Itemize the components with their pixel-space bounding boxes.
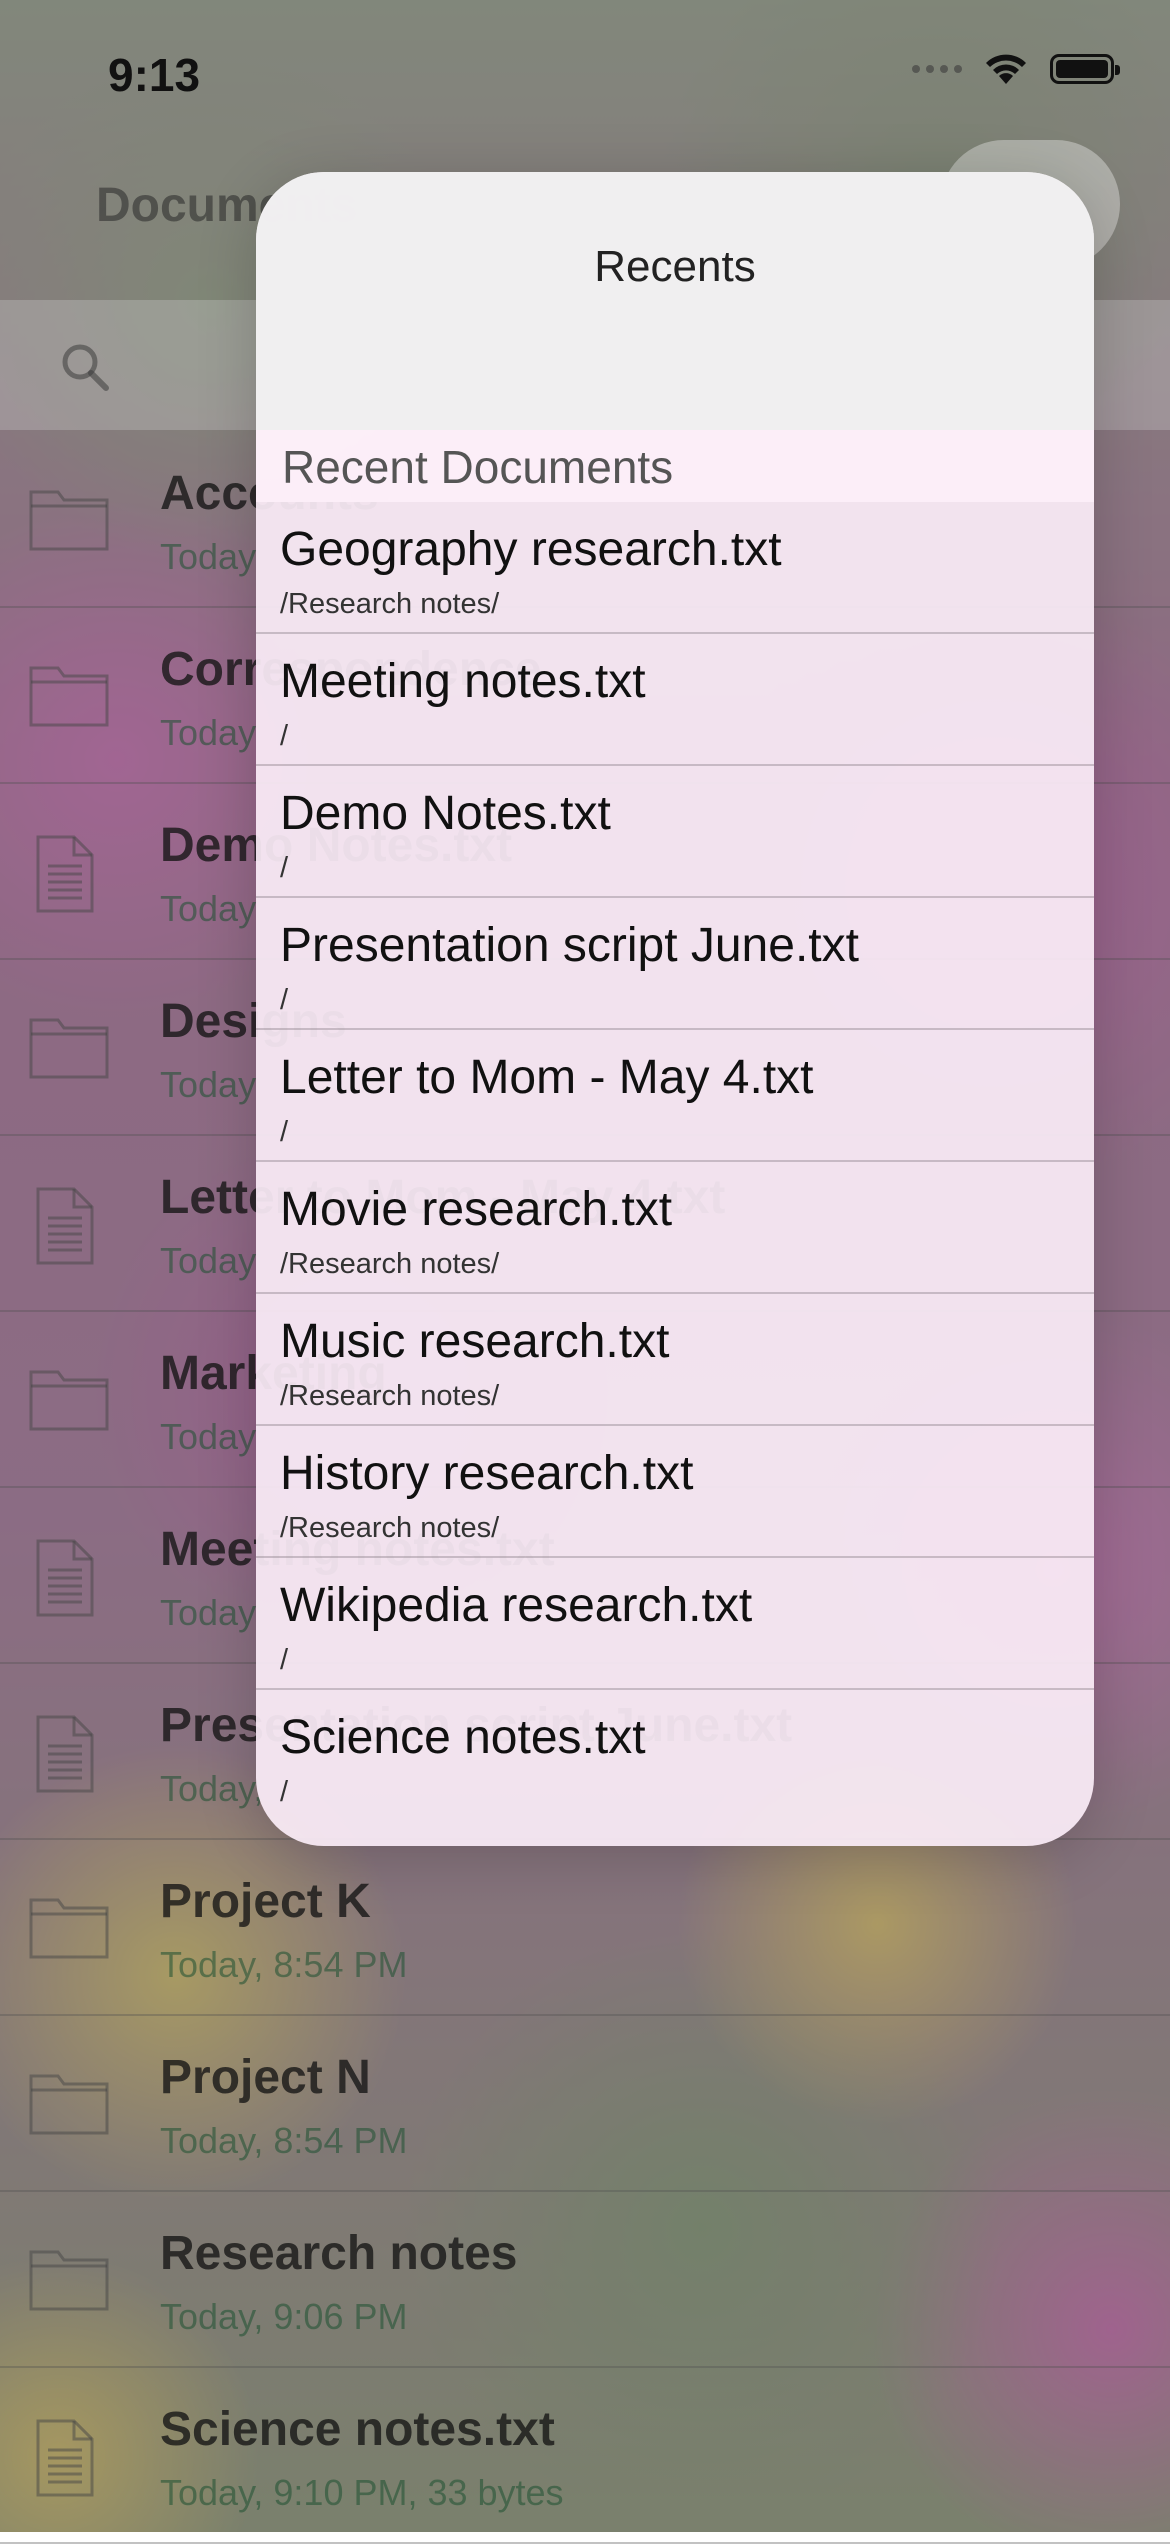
recent-document-path: / (280, 1776, 289, 1808)
document-name: Project N (160, 2051, 371, 2104)
recent-document-item[interactable]: Wikipedia research.txt / (256, 1558, 1094, 1690)
recent-document-item[interactable]: Geography research.txt/Research notes/ (256, 502, 1094, 634)
section-title: Recent Documents (282, 441, 674, 493)
document-icon (28, 1538, 110, 1618)
recent-document-item[interactable]: Letter to Mom - May 4.txt / (256, 1030, 1094, 1162)
recent-document-item[interactable]: Meeting notes.txt / (256, 634, 1094, 766)
recent-document-path: / (280, 852, 289, 884)
recent-document-path: / (280, 984, 289, 1016)
document-meta: Today (160, 1416, 257, 1457)
folder-icon (28, 2242, 110, 2322)
document-meta: Today, (160, 1768, 264, 1809)
recent-document-name: Letter to Mom - May 4.txt (280, 1051, 814, 1104)
recent-document-name: Wikipedia research.txt (280, 1579, 753, 1632)
recent-document-name: Presentation script June.txt (280, 919, 859, 972)
recent-document-path: /Research notes/ (280, 1512, 500, 1544)
document-meta: Today, 9:10 PM, 33 bytes (160, 2472, 564, 2513)
document-meta: Today, 8:54 PM (160, 1944, 408, 1985)
popover-header: Recents (256, 172, 1094, 430)
document-meta: Today (160, 888, 257, 929)
status-bar: 9:13 (0, 0, 1170, 150)
search-icon (62, 344, 109, 391)
recent-document-item[interactable]: History research.txt/Research notes/ (256, 1426, 1094, 1558)
battery-icon (1050, 54, 1120, 84)
document-meta: Today, 9:06 PM (160, 2296, 408, 2337)
status-icons (912, 52, 1120, 86)
recent-documents-list: Geography research.txt/Research notes/Me… (256, 502, 1094, 1822)
document-icon (28, 1714, 110, 1794)
document-meta: Today (160, 1240, 257, 1281)
recent-document-name: Science notes.txt (280, 1711, 646, 1764)
document-meta: Today (160, 712, 257, 753)
wifi-icon (986, 54, 1026, 84)
recent-document-item[interactable]: Presentation script June.txt / (256, 898, 1094, 1030)
recent-document-path: /Research notes/ (280, 1380, 500, 1412)
document-meta: Today (160, 1592, 257, 1633)
popover-title: Recents (594, 242, 756, 291)
recent-document-name: Geography research.txt (280, 523, 782, 576)
status-time: 9:13 (108, 49, 201, 101)
document-row[interactable]: Research notes Today, 9:06 PM (0, 2192, 1170, 2368)
document-row[interactable]: Science notes.txt Today, 9:10 PM, 33 byte… (0, 2368, 1170, 2544)
document-meta: Today (160, 536, 257, 577)
document-name: Science notes.txt (160, 2403, 555, 2456)
section-header: Recent Documents (256, 430, 1094, 502)
recent-document-name: Movie research.txt (280, 1183, 673, 1236)
recent-document-item[interactable]: Science notes.txt / (256, 1690, 1094, 1822)
recents-popover: Recents Recent Documents Geography resea… (256, 172, 1094, 1846)
cellular-signal-icon (912, 65, 962, 73)
document-icon (28, 834, 110, 914)
document-meta: Today, 8:54 PM (160, 2120, 408, 2161)
recent-document-item[interactable]: Movie research.txt/Research notes/ (256, 1162, 1094, 1294)
recent-document-path: / (280, 1116, 289, 1148)
recent-document-name: Meeting notes.txt (280, 655, 646, 708)
recent-document-name: History research.txt (280, 1447, 694, 1500)
document-name: Research notes (160, 2227, 518, 2280)
recent-document-path: /Research notes/ (280, 1248, 500, 1280)
document-row[interactable]: Project K Today, 8:54 PM (0, 1840, 1170, 2016)
recent-document-path: / (280, 720, 289, 752)
document-name: Project K (160, 1875, 371, 1928)
folder-icon (28, 1362, 110, 1442)
recent-document-name: Music research.txt (280, 1315, 670, 1368)
document-row[interactable]: Project N Today, 8:54 PM (0, 2016, 1170, 2192)
document-icon (28, 2418, 110, 2498)
recent-document-path: / (280, 1644, 289, 1676)
folder-icon (28, 1890, 110, 1970)
folder-icon (28, 1010, 110, 1090)
document-icon (28, 1186, 110, 1266)
folder-icon (28, 658, 110, 738)
recent-document-item[interactable]: Demo Notes.txt / (256, 766, 1094, 898)
recent-document-item[interactable]: Music research.txt/Research notes/ (256, 1294, 1094, 1426)
folder-icon (28, 2066, 110, 2146)
folder-icon (28, 482, 110, 562)
recent-document-path: /Research notes/ (280, 588, 500, 620)
recent-document-name: Demo Notes.txt (280, 787, 611, 840)
document-meta: Today (160, 1064, 257, 1105)
